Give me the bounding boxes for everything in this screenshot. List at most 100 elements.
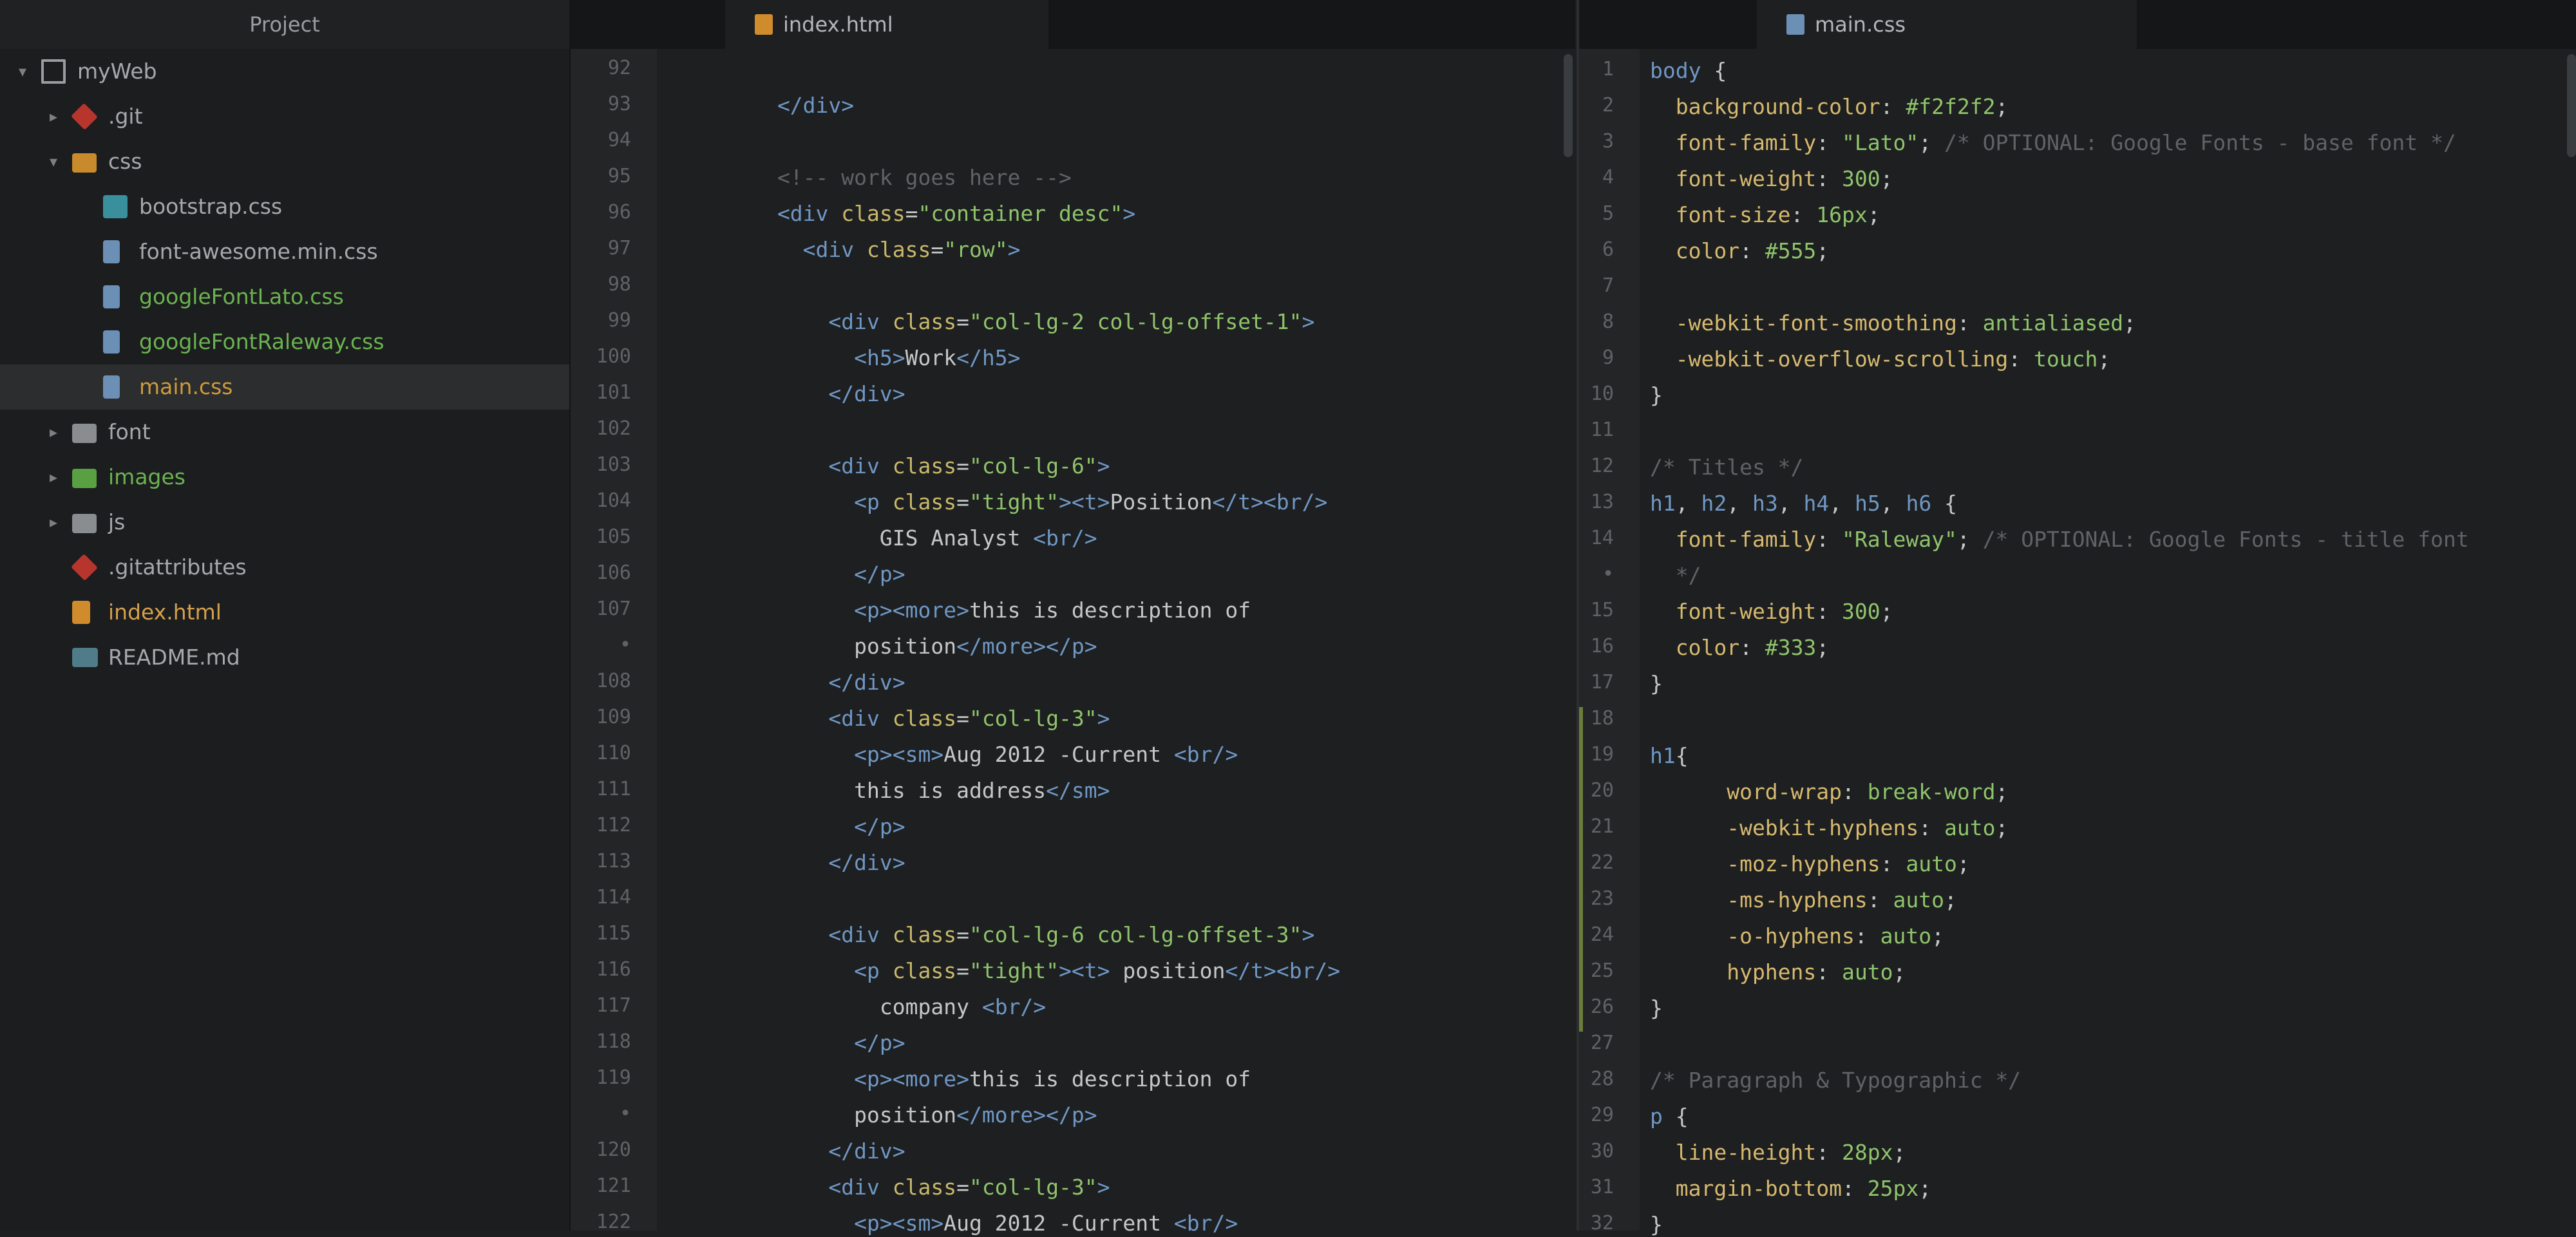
code-token: :: [1918, 815, 1944, 840]
code-line: font-size: 16px;: [1650, 202, 1880, 227]
code-token: class: [892, 489, 957, 515]
line-number: 21: [1590, 815, 1614, 838]
code-line: </div>: [675, 850, 905, 875]
tree-item[interactable]: ▸ font: [0, 410, 569, 455]
line-number: 7: [1602, 274, 1614, 297]
tree-item-label: images: [108, 464, 185, 489]
code-token: ;: [1880, 166, 1893, 191]
tab-main-css[interactable]: main.css: [1757, 0, 2137, 49]
tree-item[interactable]: ▸ js: [0, 500, 569, 545]
tab-index-html[interactable]: index.html: [725, 0, 1048, 49]
code-line: -ms-hyphens: auto;: [1650, 887, 1957, 912]
code-token: =: [956, 958, 969, 983]
tree-item-label: main.css: [139, 374, 233, 399]
code-token: :: [1880, 851, 1906, 876]
code-token: h1: [1650, 743, 1676, 768]
code-token: :: [1854, 923, 1880, 949]
code-line: <div class="container desc">: [675, 201, 1135, 226]
code-token: =: [956, 489, 969, 515]
line-number: 119: [596, 1066, 631, 1089]
chevron-right-icon[interactable]: ▸: [44, 455, 63, 500]
code-line: <!-- work goes here -->: [675, 165, 1072, 190]
tree-item[interactable]: index.html: [0, 590, 569, 635]
code-token: class: [892, 1175, 957, 1200]
code-token: break-word: [1867, 779, 1996, 804]
tree-item[interactable]: ▸ .git: [0, 94, 569, 139]
code-line: }: [1650, 996, 1663, 1021]
code-token: 25px: [1867, 1176, 1919, 1201]
code-token: <!-- work goes here -->: [675, 165, 1072, 190]
line-number: 96: [607, 201, 631, 223]
code-token: font-family: [1650, 130, 1817, 155]
code-token: >: [1097, 706, 1110, 731]
tree-item[interactable]: ▾ myWeb: [0, 49, 569, 94]
code-line: <div class="col-lg-6">: [675, 453, 1110, 478]
editor-pane-html: index.html 92 93 94 95 96 97 98 99 100 101 102 103 1…: [571, 0, 1575, 1236]
code-token: ><t>: [1059, 958, 1110, 983]
code-line: position</more></p>: [675, 1102, 1097, 1128]
code-line: </div>: [675, 93, 854, 118]
code-token: Aug 2012 -Current: [943, 742, 1174, 767]
code-line: -webkit-overflow-scrolling: touch;: [1650, 346, 2111, 372]
scrollbar-right[interactable]: [2567, 54, 2576, 157]
chevron-right-icon[interactable]: ▸: [44, 94, 63, 139]
line-number: 31: [1590, 1176, 1614, 1198]
tree-list: ▾ myWeb ▸ .git ▾ css bootstrap.css font-awesome…: [0, 49, 569, 680]
code-token: ;: [1956, 527, 1983, 552]
chevron-down-icon[interactable]: ▾: [13, 49, 32, 94]
tree-item[interactable]: main.css: [0, 364, 569, 410]
code-token: 300: [1842, 166, 1880, 191]
chevron-down-icon[interactable]: ▾: [44, 139, 63, 184]
code-area-left[interactable]: </div> <!-- work goes here --> <div clas…: [657, 49, 1575, 1236]
tree-item[interactable]: googleFontRaleway.css: [0, 319, 569, 364]
scrollbar-left[interactable]: [1564, 54, 1573, 157]
code-token: #555: [1765, 238, 1817, 263]
code-token: font-size: [1650, 202, 1791, 227]
code-token: ,: [1829, 491, 1855, 516]
line-number: 121: [596, 1175, 631, 1197]
tree-item[interactable]: googleFontLato.css: [0, 274, 569, 319]
line-number: 110: [596, 742, 631, 764]
tree-item[interactable]: README.md: [0, 635, 569, 680]
code-token: /* OPTIONAL: Google Fonts - base font */: [1944, 130, 2456, 155]
code-line: <p class="tight"><t>Position</t><br/>: [675, 489, 1327, 515]
code-token: Position: [1110, 489, 1213, 515]
code-token: :: [1842, 1176, 1868, 1201]
code-token: ,: [1880, 491, 1906, 516]
tree-item[interactable]: ▸ images: [0, 455, 569, 500]
line-number: 116: [596, 958, 631, 981]
code-token: /* Paragraph & Typographic */: [1650, 1068, 2022, 1093]
code-line: }: [1650, 1212, 1663, 1237]
line-number: 18: [1590, 707, 1614, 730]
code-token: /* Titles */: [1650, 455, 1804, 480]
git-icon: [71, 554, 98, 581]
chevron-right-icon[interactable]: ▸: [44, 500, 63, 545]
code-token: ;: [1918, 1176, 1932, 1201]
code-token: "container desc": [918, 201, 1123, 226]
code-token: word-wrap: [1650, 779, 1842, 804]
tree-item[interactable]: ▾ css: [0, 139, 569, 184]
code-line: font-weight: 300;: [1650, 166, 1893, 191]
code-line: -webkit-font-smoothing: antialiased;: [1650, 310, 2136, 335]
code-token: this is address: [675, 778, 1046, 803]
code-token: }: [1650, 1212, 1663, 1237]
code-token: auto: [1944, 815, 1996, 840]
tree-item[interactable]: font-awesome.min.css: [0, 229, 569, 274]
code-area-right[interactable]: body { background-color: #f2f2f2; font-f…: [1650, 49, 2576, 1237]
code-line: -moz-hyphens: auto;: [1650, 851, 1970, 876]
line-gutter-right: 1 2 3 4 5 6 7 8 9 10 11 12 13 14 • 15 16 17 18 19 20 21 22 23 24…: [1579, 49, 1640, 1234]
code-token: <div: [675, 309, 893, 334]
code-line: margin-bottom: 25px;: [1650, 1176, 1931, 1201]
code-token: h4: [1803, 491, 1830, 516]
code-token: >: [1302, 922, 1315, 947]
line-number: 112: [596, 814, 631, 836]
chevron-right-icon[interactable]: ▸: [44, 410, 63, 455]
code-token: h2: [1701, 491, 1727, 516]
line-number: 22: [1590, 851, 1614, 874]
code-line: </p>: [675, 562, 905, 587]
line-number: 114: [596, 886, 631, 909]
tree-item[interactable]: bootstrap.css: [0, 184, 569, 229]
folder-icon: [72, 514, 97, 533]
code-token: ,: [1675, 491, 1701, 516]
tree-item[interactable]: .gitattributes: [0, 545, 569, 590]
